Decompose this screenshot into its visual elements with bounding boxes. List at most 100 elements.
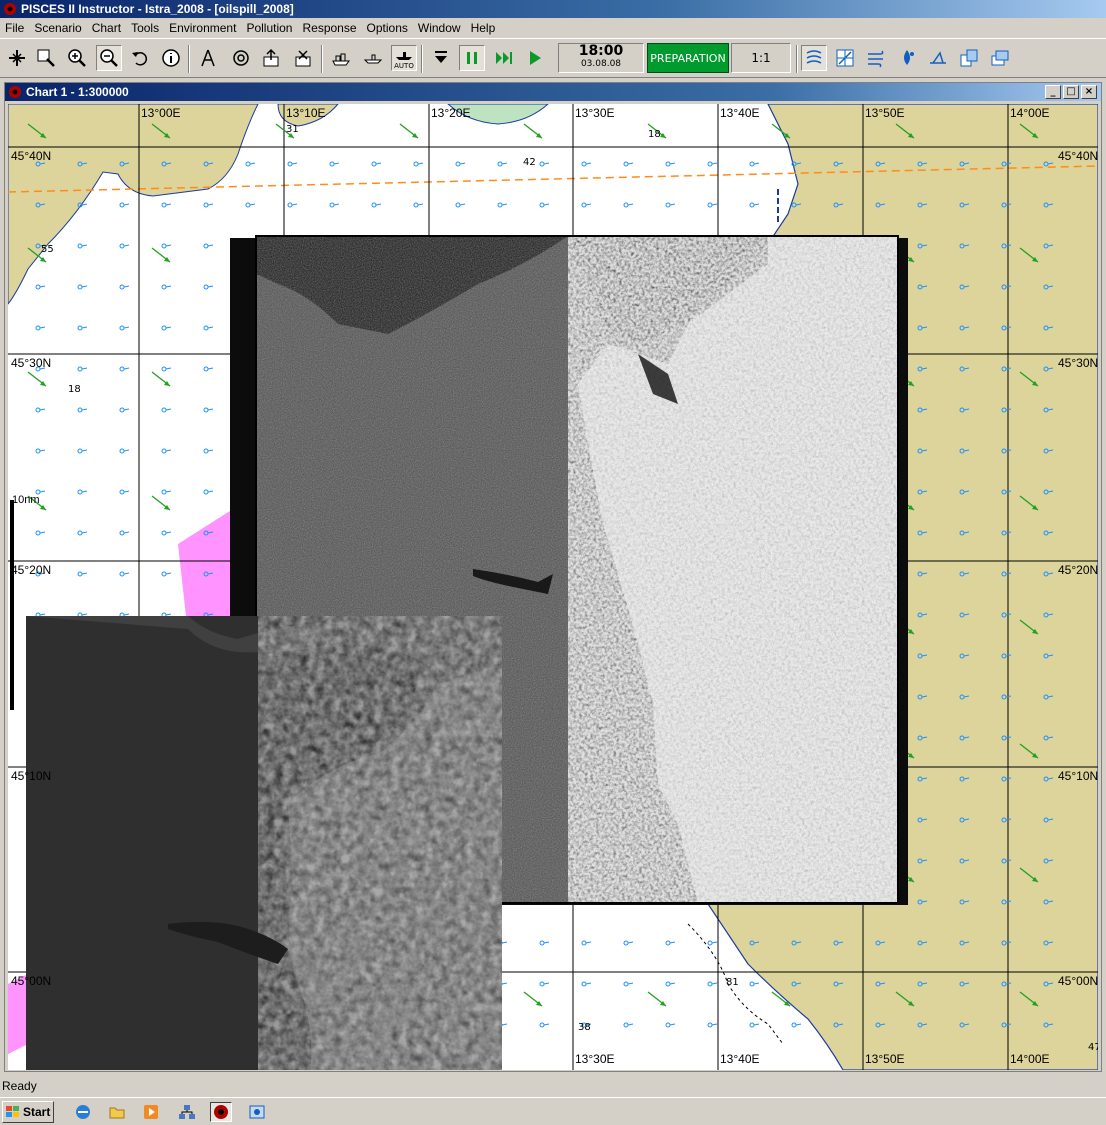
chart-window-title-bar[interactable]: Chart 1 - 1:300000 _ □ × (5, 83, 1101, 101)
windows-icon (991, 50, 1009, 66)
current-arrow (665, 161, 676, 167)
zoom-box-button[interactable] (33, 45, 59, 71)
current-arrow (77, 489, 88, 495)
step-button[interactable] (428, 45, 454, 71)
current-arrow (413, 202, 424, 208)
start-label: Start (23, 1105, 51, 1119)
current-arrow (161, 448, 172, 454)
current-arrow (665, 940, 676, 946)
wind-button[interactable] (863, 45, 889, 71)
nautical-chart-canvas[interactable] (8, 104, 1098, 1070)
zoom-in-button[interactable] (64, 45, 90, 71)
current-arrow (791, 1022, 802, 1028)
menu-pollution[interactable]: Pollution (241, 21, 297, 35)
current-button[interactable] (801, 45, 827, 71)
folder-quicklaunch[interactable] (106, 1102, 128, 1122)
mode-indicator[interactable]: PREPARATION (647, 43, 729, 73)
status-bar: Ready (0, 1076, 1106, 1096)
wind-arrow (399, 123, 419, 139)
boom-button[interactable] (925, 45, 951, 71)
ship-button[interactable] (328, 45, 354, 71)
longitude-label: 13°50E (865, 106, 905, 120)
target-button[interactable] (228, 45, 254, 71)
current-arrow (371, 202, 382, 208)
menu-scenario[interactable]: Scenario (29, 21, 86, 35)
import-button[interactable] (290, 45, 316, 71)
current-arrow (245, 202, 256, 208)
menu-window[interactable]: Window (413, 21, 466, 35)
menu-file[interactable]: File (0, 21, 29, 35)
current-arrow (581, 940, 592, 946)
toolbar-separator (421, 45, 423, 73)
current-arrow (539, 161, 550, 167)
nautical-chart-view[interactable]: 13°00E 13°10E 13°20E 13°30E 13°40E 13°50E 14°0… (8, 104, 1098, 1070)
menu-options[interactable]: Options (362, 21, 413, 35)
pause-button[interactable] (459, 45, 485, 71)
oil-button[interactable] (894, 45, 920, 71)
current-arrow (749, 202, 760, 208)
current-arrow (203, 366, 214, 372)
current-arrow (35, 530, 46, 536)
depth-sounding: 55 (41, 244, 54, 255)
network-quicklaunch[interactable] (176, 1102, 198, 1122)
latitude-label: 45°00N (11, 974, 52, 988)
chart-window-icon (9, 86, 21, 98)
undo-icon (132, 52, 148, 66)
zoom-out-icon (100, 49, 118, 67)
menu-help[interactable]: Help (466, 21, 501, 35)
media-quicklaunch[interactable] (140, 1102, 162, 1122)
start-button[interactable]: Start (2, 1101, 54, 1123)
current-arrow (77, 407, 88, 413)
compass-button[interactable] (195, 45, 221, 71)
menu-environment[interactable]: Environment (164, 21, 241, 35)
current-arrow (581, 202, 592, 208)
menu-chart[interactable]: Chart (87, 21, 126, 35)
ie-quicklaunch[interactable] (72, 1102, 94, 1122)
select-tool-button[interactable] (4, 45, 30, 71)
undo-view-button[interactable] (127, 45, 153, 71)
depth-sounding: 18 (648, 129, 661, 140)
menu-tools[interactable]: Tools (126, 21, 164, 35)
current-arrow (749, 981, 760, 987)
folder-icon (109, 1107, 125, 1119)
export-button[interactable] (258, 45, 284, 71)
pisces-app-icon (4, 3, 16, 15)
current-arrow (161, 366, 172, 372)
small-ship-button[interactable] (360, 45, 386, 71)
play-button[interactable] (522, 45, 548, 71)
longitude-label: 13°00E (141, 106, 181, 120)
wind-arrow (523, 991, 543, 1007)
wind-arrow (151, 371, 171, 387)
layers-button[interactable] (956, 45, 982, 71)
current-arrow (203, 325, 214, 331)
current-arrow (539, 981, 550, 987)
menu-response[interactable]: Response (297, 21, 361, 35)
current-arrow (287, 161, 298, 167)
close-button[interactable]: × (1081, 85, 1097, 99)
pisces-taskbar-button[interactable] (210, 1102, 232, 1122)
current-arrow (119, 489, 130, 495)
grid-button[interactable] (832, 45, 858, 71)
menu-bar: File Scenario Chart Tools Environment Polluti… (0, 18, 1106, 38)
fast-forward-icon (496, 52, 512, 64)
auto-button[interactable]: AUTO (391, 45, 417, 71)
chart-window-title: Chart 1 - 1:300000 (26, 85, 129, 99)
current-arrow (581, 161, 592, 167)
current-arrow (161, 202, 172, 208)
longitude-label: 13°30E (575, 106, 615, 120)
current-arrow (77, 366, 88, 372)
info-button[interactable] (158, 45, 184, 71)
current-arrow (161, 284, 172, 290)
grid-icon (836, 49, 854, 67)
app-taskbar-button[interactable] (246, 1102, 268, 1122)
time-ratio[interactable]: 1:1 (731, 43, 791, 73)
maximize-button[interactable]: □ (1063, 85, 1079, 99)
current-arrow (623, 202, 634, 208)
zoom-out-button[interactable] (96, 45, 122, 71)
longitude-label: 13°20E (431, 106, 471, 120)
current-arrow (203, 448, 214, 454)
windows-button[interactable] (987, 45, 1013, 71)
minimize-button[interactable]: _ (1045, 85, 1061, 99)
media-icon (144, 1105, 158, 1119)
fast-forward-button[interactable] (491, 45, 517, 71)
